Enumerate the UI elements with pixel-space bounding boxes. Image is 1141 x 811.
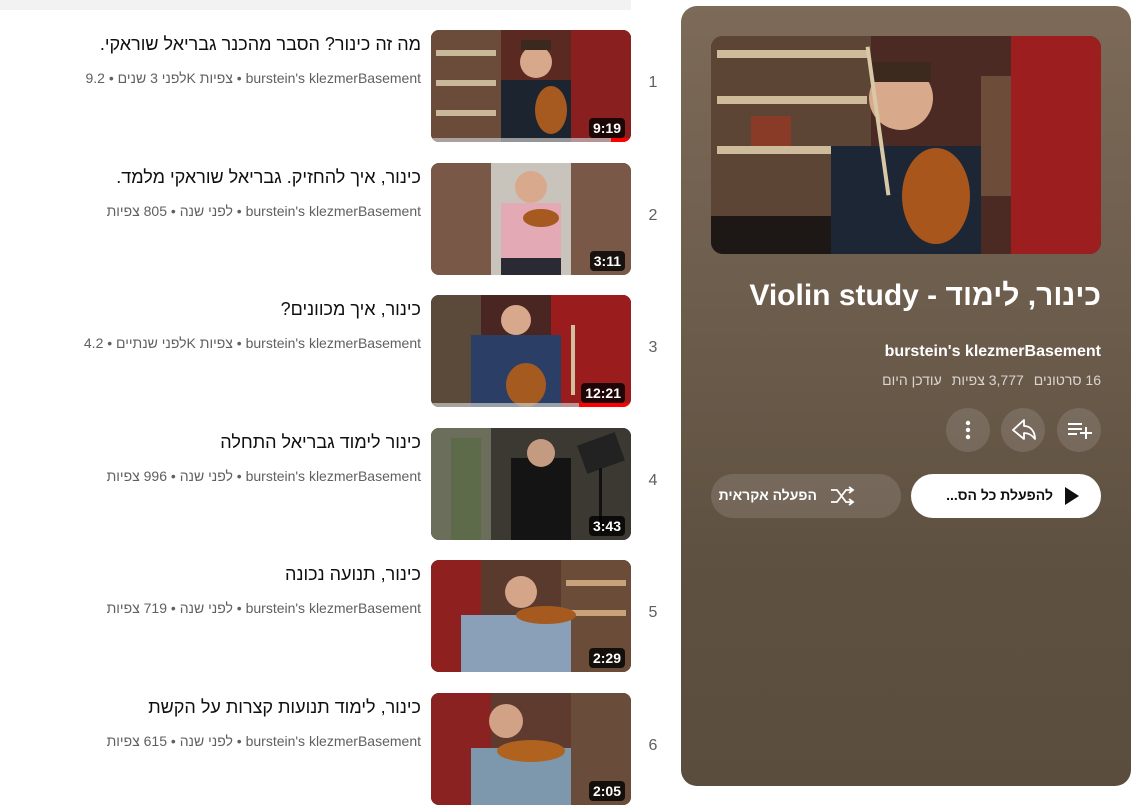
video-meta: לפני שנתיים • 4.2K צפיות • burstein's kl… — [83, 335, 421, 351]
duration-badge: 3:11 — [589, 251, 625, 271]
video-meta: לפני שנה • 996 צפיות • burstein's klezme… — [106, 468, 421, 484]
video-channel[interactable]: burstein's klezmerBasement — [246, 733, 421, 749]
video-index: 4 — [648, 472, 658, 489]
list-item[interactable]: 3 12:21 כינור, איך מכוונים? לפני שנתיים … — [0, 295, 665, 413]
video-thumbnail[interactable]: 2:29 — [431, 560, 631, 672]
share-button[interactable] — [1001, 408, 1045, 452]
list-item[interactable]: 1 9:19 מה זה כינור? הסבר מהכנר גבריאל שו… — [0, 30, 665, 148]
video-thumbnail[interactable]: 12:21 — [431, 295, 631, 407]
playlist-header-panel: כינור, לימוד - Violin study burstein's k… — [681, 6, 1131, 786]
watch-progress-bar — [579, 403, 631, 407]
playlist-video-list: 1 9:19 מה זה כינור? הסבר מהכנר גבריאל שו… — [0, 0, 665, 809]
video-meta: לפני שנה • 719 צפיות • burstein's klezme… — [106, 600, 421, 616]
playlist-channel[interactable]: burstein's klezmerBasement — [885, 343, 1101, 361]
video-thumbnail[interactable]: 3:11 — [431, 163, 631, 275]
playlist-stats: 16 סרטונים 3,777 צפיות עודכן היום — [872, 372, 1101, 388]
shuffle-icon — [831, 486, 855, 506]
video-index: 2 — [648, 207, 658, 224]
duration-badge: 3:43 — [588, 516, 625, 536]
playlist-video-count: 16 סרטונים — [1033, 372, 1101, 388]
duration-badge: 2:05 — [588, 781, 625, 801]
video-title[interactable]: כינור, איך מכוונים? — [20, 297, 421, 321]
video-title[interactable]: כינור, איך להחזיק. גבריאל שוראקי מלמד. — [20, 165, 421, 189]
video-age: לפני שנה — [179, 733, 233, 749]
video-views: 615 צפיות — [106, 733, 167, 749]
duration-badge: 2:29 — [588, 648, 625, 668]
video-title[interactable]: מה זה כינור? הסבר מהכנר גבריאל שוראקי. — [20, 32, 421, 56]
video-index: 6 — [648, 737, 658, 754]
duration-badge: 9:19 — [588, 118, 625, 138]
video-thumbnail[interactable]: 3:43 — [431, 428, 631, 540]
playlist-updated: עודכן היום — [882, 372, 942, 388]
shuffle-button[interactable]: הפעלה אקראית — [711, 474, 901, 518]
watch-progress-bar — [611, 138, 631, 142]
video-channel[interactable]: burstein's klezmerBasement — [246, 70, 421, 86]
video-meta: לפני 3 שנים • 9.2K צפיות • burstein's kl… — [85, 70, 422, 86]
video-thumbnail[interactable]: 9:19 — [431, 30, 631, 142]
video-channel[interactable]: burstein's klezmerBasement — [246, 468, 421, 484]
shuffle-label: הפעלה אקראית — [718, 487, 817, 503]
watch-progress-track — [431, 403, 631, 407]
video-age: לפני 3 שנים — [117, 70, 187, 86]
video-index: 1 — [648, 74, 658, 91]
list-item[interactable]: 5 2:29 כינור, תנועה נכונה לפני שנה • 719… — [0, 560, 665, 678]
video-age: לפני שנה — [179, 600, 233, 616]
play-icon — [1065, 487, 1079, 505]
more-actions-button[interactable] — [946, 408, 990, 452]
share-icon — [1012, 419, 1036, 440]
list-item[interactable]: 6 2:05 כינור, לימוד תנועות קצרות על הקשת… — [0, 693, 665, 811]
playlist-thumbnail-image — [711, 36, 1101, 254]
video-title[interactable]: כינור, תנועה נכונה — [20, 562, 421, 586]
video-age: לפני שנתיים — [116, 335, 187, 351]
video-index: 5 — [648, 604, 658, 621]
duration-badge: 12:21 — [581, 383, 625, 403]
playlist-title: כינור, לימוד - Violin study — [749, 279, 1101, 312]
video-title[interactable]: כינור לימוד גבריאל התחלה — [20, 430, 421, 454]
list-item[interactable]: 4 3:43 כינור לימוד גבריאל התחלה לפני שנה… — [0, 428, 665, 546]
playlist-thumbnail[interactable] — [711, 36, 1101, 254]
video-title[interactable]: כינור, לימוד תנועות קצרות על הקשת — [20, 695, 421, 719]
video-channel[interactable]: burstein's klezmerBasement — [246, 335, 421, 351]
video-index: 3 — [648, 339, 658, 356]
list-item[interactable]: 2 3:11 כינור, איך להחזיק. גבריאל שוראקי … — [0, 163, 665, 281]
video-age: לפני שנה — [179, 203, 233, 219]
video-channel[interactable]: burstein's klezmerBasement — [246, 600, 421, 616]
video-meta: לפני שנה • 615 צפיות • burstein's klezme… — [106, 733, 421, 749]
play-all-label: להפעלת כל הס... — [946, 487, 1053, 503]
playlist-add-icon — [1068, 423, 1092, 439]
video-channel[interactable]: burstein's klezmerBasement — [246, 203, 421, 219]
video-views: 719 צפיות — [106, 600, 167, 616]
video-views: 805 צפיות — [106, 203, 167, 219]
video-meta: לפני שנה • 805 צפיות • burstein's klezme… — [106, 203, 421, 219]
video-thumbnail[interactable]: 2:05 — [431, 693, 631, 805]
video-views: 996 צפיות — [106, 468, 167, 484]
watch-progress-track — [431, 138, 631, 142]
more-vertical-icon — [965, 420, 971, 440]
save-playlist-button[interactable] — [1057, 408, 1101, 452]
playlist-views: 3,777 צפיות — [951, 372, 1024, 388]
video-age: לפני שנה — [179, 468, 233, 484]
play-all-button[interactable]: להפעלת כל הס... — [911, 474, 1101, 518]
